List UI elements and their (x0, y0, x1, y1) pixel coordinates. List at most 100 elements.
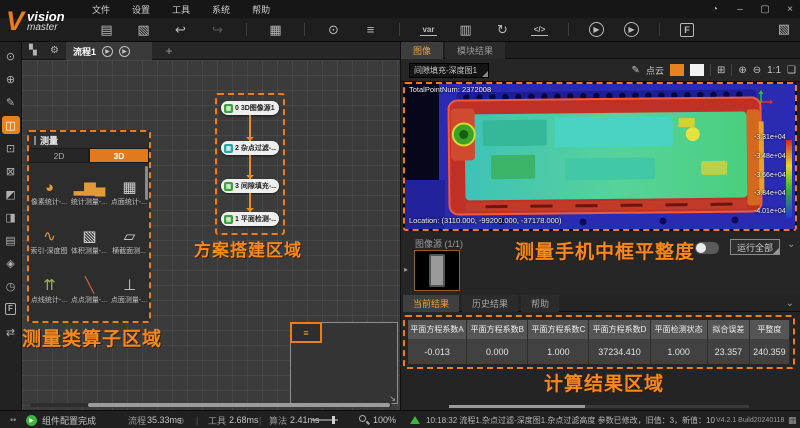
canvas-hscrollbar-thumb[interactable] (88, 403, 390, 407)
rail-histogram-icon[interactable]: ▤ (2, 231, 20, 249)
restore-icon[interactable]: ▢ (759, 4, 771, 15)
results-hscrollbar[interactable] (449, 405, 749, 408)
color-swatch-white[interactable] (690, 64, 704, 76)
expander-icon[interactable]: ▸ (404, 265, 408, 274)
log-book-icon[interactable]: ▥ (457, 21, 474, 38)
operator-item[interactable]: ╲点点测量-... (69, 266, 109, 315)
heatmap-image (405, 84, 795, 229)
collapse-chevron-icon[interactable]: ⌄ (787, 239, 795, 250)
viewer-tab[interactable]: 图像 (401, 42, 443, 59)
close-icon[interactable]: × (784, 4, 796, 15)
source-thumbnail[interactable] (414, 250, 460, 291)
operator-panel-tabs: 2D3D (29, 148, 149, 163)
flow-canvas[interactable]: 测量 2D3D ◕像素统计-...▂▆▄统计测量-...▦点面统计-...∿索引… (22, 60, 400, 410)
operator-item[interactable]: ▂▆▄统计测量-... (69, 168, 109, 217)
flow-tab-active[interactable]: 流程1 ▶ ▶ (66, 42, 152, 60)
performance-gauge-icon[interactable]: ◔ (709, 4, 721, 15)
run-once-icon[interactable]: ▶ (589, 22, 604, 37)
menu-item[interactable]: 系统 (212, 3, 230, 16)
undo-icon[interactable]: ↩ (172, 21, 189, 38)
operator-panel-scrollbar[interactable] (145, 166, 148, 200)
rail-transform-icon[interactable]: ⊠ (2, 162, 20, 180)
operator-label: 点面统计-... (111, 197, 147, 207)
open-icon[interactable]: ▧ (135, 21, 152, 38)
rail-io-config-icon[interactable]: ⇄ (2, 323, 20, 341)
operator-item[interactable]: ▦点面统计-... (109, 168, 149, 217)
operator-item[interactable]: ◕像素统计-... (29, 168, 69, 217)
color-scale-value: -3.66e+04 (754, 172, 784, 179)
image-viewport[interactable]: TotalPointNum: 2372008 Location: (3110.0… (403, 82, 797, 231)
rail-palette-icon[interactable]: ◈ (2, 254, 20, 272)
operator-item[interactable]: ⊥点面测量-... (109, 266, 149, 315)
flow-node-label: 3 间隙填充-... (235, 181, 276, 191)
metric-value: 2.41ms (290, 411, 320, 428)
sync-icon[interactable]: ↻ (494, 21, 511, 38)
flow-node[interactable]: ▦0 3D图像源1 (221, 101, 279, 115)
format-f-icon[interactable]: F (680, 23, 694, 37)
menu-item[interactable]: 工具 (172, 3, 190, 16)
grid-toggle-icon[interactable]: ▦ (788, 411, 797, 428)
canvas-hscrollbar[interactable] (30, 403, 392, 407)
rail-image-settings-icon[interactable]: ◨ (2, 208, 20, 226)
minimize-icon[interactable]: – (734, 4, 746, 15)
zoom-in-icon[interactable]: ⊕ (738, 65, 746, 76)
flow-tools-icon[interactable]: ⚙ (50, 45, 59, 56)
results-hscrollbar-thumb[interactable] (449, 405, 585, 408)
window-layout-icon[interactable]: ▦ (267, 21, 284, 38)
rail-image-edit-icon[interactable]: ✎ (2, 93, 20, 111)
menu-item[interactable]: 文件 (92, 3, 110, 16)
pencil-icon[interactable]: ✎ (632, 65, 640, 76)
save-icon[interactable]: ▤ (98, 21, 115, 38)
fullscreen-icon[interactable]: ❏ (787, 65, 796, 76)
rail-camera-icon[interactable]: ⊙ (2, 47, 20, 65)
results-collapse-chevron-icon[interactable]: ⌄ (786, 298, 794, 309)
magnifier-icon (359, 415, 366, 422)
column-header: 平面检测状态 (651, 320, 708, 339)
open-project-icon[interactable]: ▧ (778, 21, 790, 37)
image-source-dropdown[interactable]: 间隙填充-深度图1 (409, 63, 489, 78)
operator-item[interactable]: ⇈点线统计-... (29, 266, 69, 315)
camera-icon[interactable]: ⊙ (325, 21, 342, 38)
zoom-out-icon[interactable]: ⊖ (753, 65, 761, 76)
results-tab[interactable]: 历史结果 (462, 295, 518, 312)
rail-compare-icon[interactable]: ◩ (2, 185, 20, 203)
annotation-measure-flatness: 测量手机中框平整度 (515, 237, 695, 264)
rail-history-clock-icon[interactable]: ◷ (2, 277, 20, 295)
resize-handle-icon[interactable]: ↘ (389, 394, 396, 403)
results-tab[interactable]: 当前结果 (403, 295, 459, 312)
operator-item[interactable]: ∿索引-深度图 (29, 217, 69, 266)
fit-view-icon[interactable]: ⊞ (717, 65, 725, 76)
redo-icon[interactable]: ↪ (209, 21, 226, 38)
results-tab[interactable]: 帮助 (521, 295, 559, 312)
operator-tab-3d[interactable]: 3D (89, 148, 149, 163)
table-row[interactable]: -0.0130.0001.00037234.4101.00023.357240.… (408, 339, 790, 364)
menu-item[interactable]: 设置 (132, 3, 150, 16)
menu-item[interactable]: 帮助 (252, 3, 270, 16)
viewer-tab[interactable]: 模块结果 (445, 42, 505, 59)
run-continuous-icon[interactable]: ▶ (624, 22, 639, 37)
script-code-icon[interactable]: </> (531, 23, 548, 36)
run-all-dropdown[interactable]: 运行全部 (730, 239, 780, 255)
flow-minimap[interactable]: ≡ ↘ (290, 322, 398, 404)
rail-focus-region-icon[interactable]: ⊡ (2, 139, 20, 157)
minimap-menu-icon[interactable]: ≡ (290, 322, 322, 343)
zoom-level: 100% (373, 411, 396, 428)
rail-measure-icon[interactable]: ◫ (2, 116, 20, 134)
run-toggle[interactable] (695, 242, 719, 254)
operator-item[interactable]: ▧体积测量-... (69, 217, 109, 266)
statusbar-dots[interactable]: •• (10, 411, 16, 428)
actual-size-icon[interactable]: 1:1 (767, 65, 781, 76)
operator-tab-2d[interactable]: 2D (29, 148, 89, 163)
variables-icon[interactable]: var (420, 23, 437, 36)
flow-run-icon[interactable]: ▶ (102, 46, 113, 57)
new-flow-tab-button[interactable]: + (162, 44, 176, 58)
color-swatch-orange[interactable] (670, 64, 684, 76)
flow-run-step-icon[interactable]: ▶ (119, 46, 130, 57)
rail-formula-f-icon[interactable]: F (2, 300, 20, 318)
operator-label: 体积测量-... (71, 246, 107, 256)
zoom-slider-handle[interactable] (332, 416, 335, 424)
adjust-sliders-icon[interactable]: ≡ (362, 21, 379, 38)
operator-item[interactable]: ▱横截面测... (109, 217, 149, 266)
flow-structure-icon[interactable]: ▚ (29, 45, 37, 56)
rail-locate-icon[interactable]: ⊕ (2, 70, 20, 88)
